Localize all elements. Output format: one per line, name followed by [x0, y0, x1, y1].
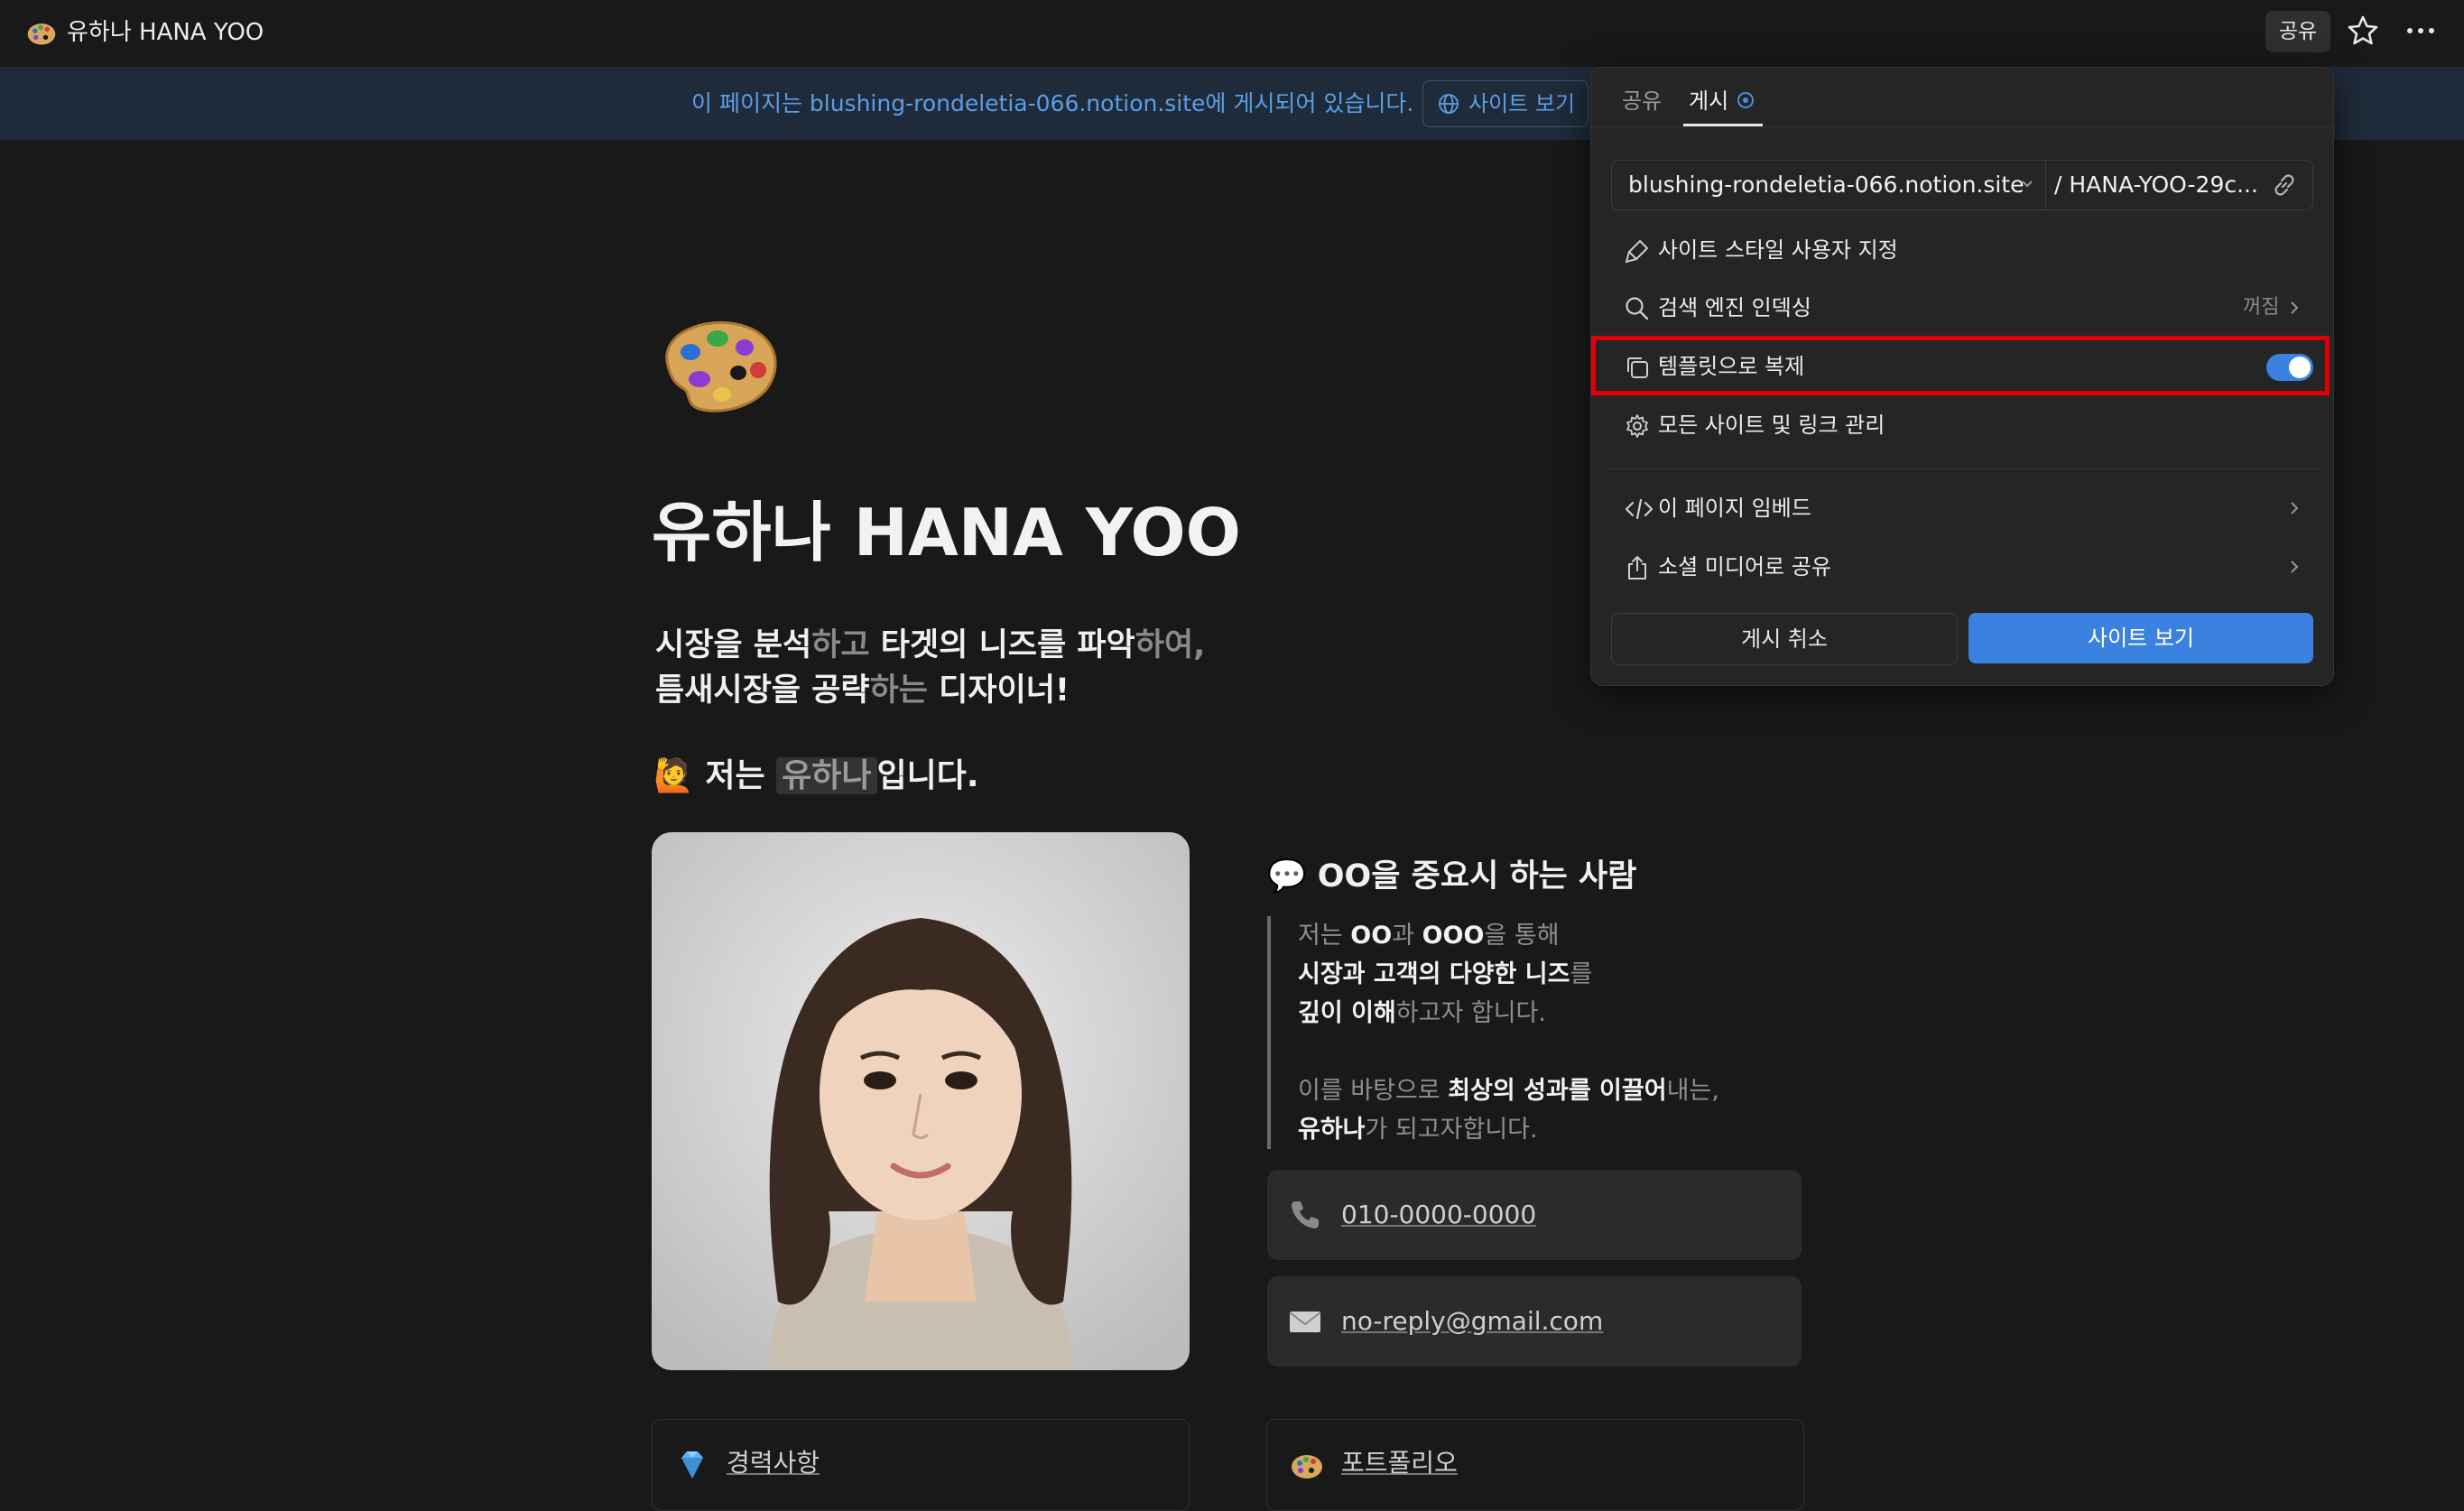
url-separator [2045, 161, 2046, 209]
published-banner-text: 이 페이지는 blushing-rondeletia-066.notion.si… [691, 90, 1414, 116]
menu-divider [1604, 468, 2320, 469]
palette-icon [665, 320, 777, 413]
gear-icon [1626, 414, 1648, 438]
email-callout: no-reply@gmail.com [1267, 1276, 1802, 1367]
domain-select[interactable]: blushing-rondeletia-066.notion.site [1628, 170, 2024, 200]
phone-number[interactable]: 010-0000-0000 [1341, 1197, 1536, 1233]
tab-share[interactable]: 공유 [1622, 86, 1662, 116]
tab-divider [1591, 126, 2333, 127]
quote-line-3: 깊이 이해하고자 합니다. [1298, 999, 1546, 1027]
search-engine-indexing-item[interactable]: 검색 엔진 인덱싱 꺼짐 [1611, 281, 2311, 335]
page-title-tab[interactable]: 유하나 HANA YOO [67, 16, 264, 49]
more-icon[interactable] [2401, 13, 2441, 49]
star-icon[interactable] [2345, 13, 2381, 49]
brush-icon [1625, 239, 1649, 264]
view-site-banner-button[interactable]: 사이트 보기 [1422, 80, 1589, 127]
view-site-banner-label: 사이트 보기 [1468, 91, 1576, 116]
globe-icon [1439, 94, 1459, 114]
share-icon [1628, 556, 1646, 579]
manage-sites-and-links-item[interactable]: 모든 사이트 및 링크 관리 [1611, 398, 2311, 452]
palette-icon [27, 23, 56, 45]
career-link-label: 경력사항 [727, 1448, 820, 1478]
indexing-status: 꺼짐 [2243, 296, 2280, 319]
speech-bubble-icon: 💬 [1267, 858, 1307, 895]
chevron-right-icon [2291, 561, 2299, 573]
quote-line-2: 시장과 고객의 다양한 니즈를 [1298, 960, 1593, 988]
tagline-line-1: 시장을 분석하고 타겟의 니즈를 파악하여, [655, 627, 1206, 663]
gem-icon [681, 1451, 703, 1479]
envelope-icon [1289, 1312, 1321, 1332]
portfolio-link-label: 포트폴리오 [1341, 1448, 1458, 1478]
chevron-right-icon [2291, 502, 2299, 514]
page-tagline: 시장을 분석하고 타겟의 니즈를 파악하여, 틈새시장을 공략하는 디자이너! [655, 623, 1205, 713]
page-heading: 유하나 HANA YOO [652, 495, 1241, 570]
career-page-link[interactable]: 경력사항 [652, 1419, 1190, 1511]
code-icon [1625, 498, 1653, 520]
unpublish-button[interactable]: 게시 취소 [1611, 613, 1958, 665]
top-bar: 유하나 HANA YOO 공유 [0, 0, 2464, 68]
email-address[interactable]: no-reply@gmail.com [1341, 1303, 1603, 1340]
highlighted-name: 유하나 [776, 757, 877, 794]
customize-site-style-item[interactable]: 사이트 스타일 사용자 지정 [1611, 223, 2311, 277]
chevron-down-icon[interactable] [2018, 175, 2036, 193]
tab-publish[interactable]: 게시 [1689, 86, 1728, 116]
chevron-right-icon [2291, 301, 2299, 314]
quote-line-5: 유하나가 되고자합니다. [1298, 1116, 1538, 1144]
share-to-social-item[interactable]: 소셜 미디어로 공유 [1611, 540, 2311, 594]
quote-line-4: 이를 바탕으로 최상의 성과를 이끌어내는, [1298, 1077, 1719, 1105]
portfolio-page-link[interactable]: 포트폴리오 [1266, 1419, 1804, 1511]
view-site-button[interactable]: 사이트 보기 [1968, 613, 2313, 663]
highlight-box [1591, 336, 2330, 395]
search-icon [1626, 297, 1649, 320]
embed-page-item[interactable]: 이 페이지 임베드 [1611, 481, 2311, 535]
quote-line-1: 저는 OO과 OOO을 통해 [1298, 922, 1560, 950]
published-status-dot [1737, 92, 1754, 108]
copy-link-icon[interactable] [2271, 171, 2298, 199]
phone-icon [1292, 1201, 1319, 1228]
tagline-line-2: 틈새시장을 공략하는 디자이너! [655, 672, 1070, 709]
intro-line: 🙋 저는 유하나 입니다. [653, 757, 979, 794]
phone-callout: 010-0000-0000 [1267, 1170, 1802, 1260]
site-url-field: blushing-rondeletia-066.notion.site / HA… [1611, 160, 2313, 210]
person-raising-hand-icon: 🙋 [653, 757, 694, 794]
profile-photo [652, 832, 1190, 1370]
palette-icon [1292, 1455, 1322, 1479]
section-heading: 💬 OO을 중요시 하는 사람 [1267, 858, 1637, 895]
quote-block: 저는 OO과 OOO을 통해 시장과 고객의 다양한 니즈를 깊이 이해하고자 … [1267, 916, 1803, 1149]
share-button[interactable]: 공유 [2265, 11, 2330, 52]
slug-input[interactable]: / HANA-YOO-29c... [2054, 170, 2258, 200]
